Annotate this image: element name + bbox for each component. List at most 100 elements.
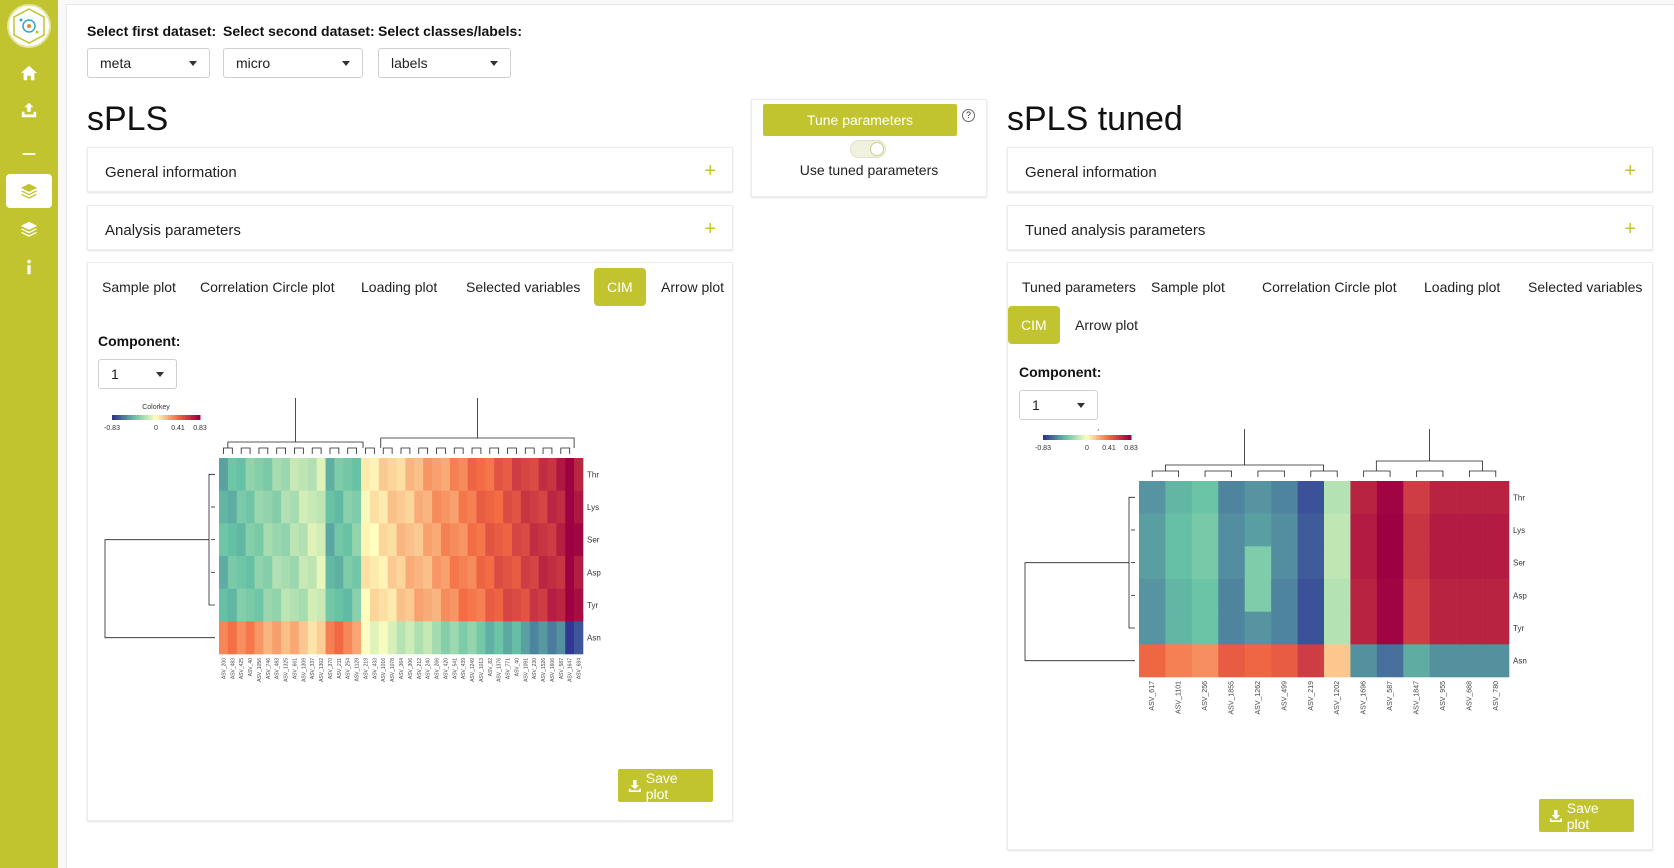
column-dendrogram-root: [295, 398, 478, 442]
heatmap-cell: [334, 556, 344, 589]
tab-loading-plot[interactable]: Loading plot: [1411, 268, 1513, 306]
tab-sample-plot[interactable]: Sample plot: [89, 268, 189, 306]
heatmap-cell: [1350, 546, 1378, 580]
save-plot-button[interactable]: Save plot: [618, 769, 713, 802]
heatmap-cell: [263, 523, 273, 557]
plus-icon[interactable]: +: [1624, 160, 1636, 183]
component-select[interactable]: 1: [1019, 390, 1098, 420]
colorkey-swatch: [194, 415, 198, 420]
use-tuned-toggle[interactable]: [850, 140, 886, 158]
sidebar-item-separator[interactable]: [6, 137, 52, 171]
column-dendrogram-branch: [1204, 470, 1232, 477]
plus-icon[interactable]: +: [1624, 218, 1636, 241]
colorkey-swatch: [1128, 435, 1132, 440]
heatmap-cell: [361, 523, 371, 557]
heatmap-cell: [1324, 611, 1351, 645]
plus-icon[interactable]: +: [704, 160, 716, 183]
tab-selected-variables[interactable]: Selected variables: [1515, 268, 1655, 306]
heatmap-cell: [1297, 611, 1325, 645]
main-content: Select first dataset: meta Select second…: [66, 4, 1674, 868]
heatmap-cell: [1297, 579, 1325, 612]
heatmap-cell: [361, 621, 371, 655]
heatmap-cell: [307, 621, 317, 655]
colorkey-tick: 0.83: [1124, 445, 1138, 452]
heatmap-cell: [565, 588, 575, 622]
heatmap-cell: [494, 458, 504, 491]
heatmap-cell: [503, 621, 513, 655]
first-dataset-select[interactable]: meta: [87, 48, 210, 78]
heatmap-cell: [227, 556, 238, 589]
column-dendrogram-branch: [276, 447, 286, 454]
plus-icon[interactable]: +: [704, 218, 716, 241]
second-dataset-select[interactable]: micro: [223, 48, 363, 78]
save-plot-button[interactable]: Save plot: [1539, 799, 1634, 832]
heatmap-cell: [511, 556, 522, 589]
tuned-analysis-params-accordion[interactable]: Tuned analysis parameters +: [1007, 205, 1653, 250]
classes-select[interactable]: labels: [378, 48, 511, 78]
help-icon[interactable]: ?: [962, 109, 975, 122]
heatmap-cell: [1429, 481, 1457, 514]
component-value: 1: [1032, 397, 1040, 413]
heatmap-cell: [219, 588, 229, 622]
heatmap-cell: [1191, 644, 1219, 678]
heatmap-cell: [245, 523, 255, 557]
heatmap-cell: [227, 523, 238, 557]
sidebar-item-integration[interactable]: [6, 174, 52, 208]
heatmap-cell: [1429, 546, 1457, 580]
save-plot-label: Save plot: [645, 769, 678, 802]
sidebar-item-multi[interactable]: [6, 212, 52, 246]
heatmap-cell: [432, 556, 442, 589]
heatmap-cell: [1324, 644, 1351, 678]
heatmap-cell: [343, 621, 353, 655]
column-dendrogram-branch: [1375, 460, 1483, 471]
column-dendrogram-branch: [365, 447, 375, 454]
column-label: ASV_40: [248, 658, 254, 677]
heatmap-cell: [458, 523, 468, 557]
tab-arrow-plot[interactable]: Arrow plot: [648, 268, 737, 306]
tune-parameters-button[interactable]: Tune parameters: [763, 104, 957, 136]
tab-cim[interactable]: CIM: [594, 268, 646, 306]
sidebar-item-info[interactable]: [6, 250, 52, 284]
download-icon: [1549, 809, 1562, 822]
column-label: ASV_230: [532, 658, 538, 679]
heatmap-cell: [1403, 546, 1431, 580]
chevron-down-icon: [342, 61, 350, 66]
tab-loading-plot[interactable]: Loading plot: [348, 268, 450, 306]
colorkey-swatch: [182, 415, 186, 420]
heatmap-cell: [547, 556, 557, 589]
heatmap-cell: [378, 621, 388, 655]
heatmap-cell: [458, 588, 468, 622]
heatmap-cell: [1482, 481, 1510, 514]
sidebar-item-upload[interactable]: [6, 93, 52, 127]
tab-tuned-parameters[interactable]: Tuned parameters: [1009, 268, 1149, 306]
heatmap-cell: [1271, 513, 1298, 547]
column-dendrogram-branch: [560, 447, 571, 454]
tab-correlation-circle[interactable]: Correlation Circle plot: [187, 268, 348, 306]
column-label: ASV_240: [426, 658, 432, 679]
heatmap-cell: [369, 621, 380, 655]
heatmap-cell: [298, 458, 309, 491]
heatmap-cell: [352, 556, 362, 589]
tab-sample-plot[interactable]: Sample plot: [1138, 268, 1238, 306]
tab-arrow-plot[interactable]: Arrow plot: [1062, 306, 1151, 344]
heatmap-cell: [423, 556, 433, 589]
analysis-params-accordion[interactable]: Analysis parameters +: [87, 205, 733, 250]
general-info-accordion[interactable]: General information +: [87, 147, 733, 192]
column-label: ASV_661: [292, 658, 298, 679]
tuned-general-info-accordion[interactable]: General information +: [1007, 147, 1653, 192]
heatmap-cell: [565, 621, 575, 655]
tab-correlation-circle[interactable]: Correlation Circle plot: [1249, 268, 1410, 306]
sidebar-item-home[interactable]: [6, 56, 52, 90]
app-logo[interactable]: [7, 4, 51, 48]
heatmap-cell: [449, 490, 460, 524]
first-dataset-label: Select first dataset:: [87, 23, 217, 39]
heatmap-cell: [414, 523, 424, 557]
colorkey-swatch: [123, 415, 128, 420]
tab-cim[interactable]: CIM: [1008, 306, 1060, 344]
component-select[interactable]: 1: [98, 359, 177, 389]
use-tuned-label: Use tuned parameters: [799, 162, 939, 178]
heatmap-cell: [1456, 481, 1483, 514]
heatmap-cell: [1297, 644, 1325, 678]
heatmap-cell: [1191, 546, 1219, 580]
tab-selected-variables[interactable]: Selected variables: [453, 268, 593, 306]
